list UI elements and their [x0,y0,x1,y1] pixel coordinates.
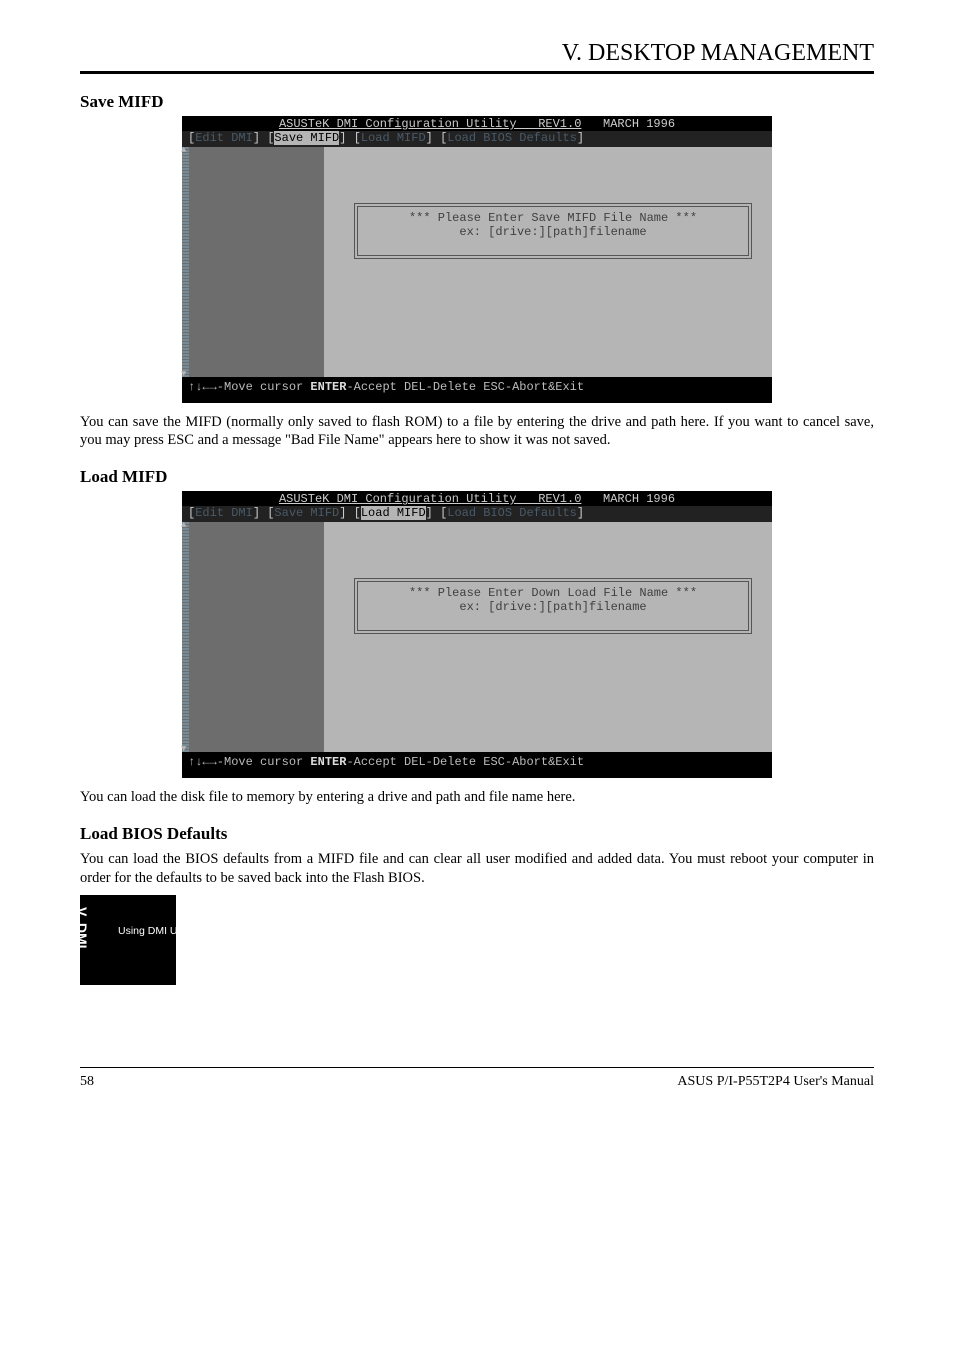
manual-title: ASUS P/I-P55T2P4 User's Manual [677,1074,874,1090]
dmi-menu: [Edit DMI] [Save MIFD] [Load MIFD] [Load… [182,131,772,147]
dmi-footer-help: ↑↓←→-Move cursor ENTER-Accept DEL-Delete… [188,380,584,394]
body-text-bios: You can load the BIOS defaults from a MI… [80,850,874,886]
dmi-screenshot-save: ASUSTeK DMI Configuration Utility REV1.0… [182,116,772,403]
side-tab: V. DMI Using DMI Utility [80,895,176,985]
section-title-load: Load MIFD [80,467,874,487]
dmi-dialog-save: *** Please Enter Save MIFD File Name ***… [354,203,752,259]
page-number: 58 [80,1074,94,1090]
dmi-title: ASUSTeK DMI Configuration Utility REV1.0… [182,116,772,131]
side-tab-section: V. DMI [74,907,90,949]
dmi-dialog-load: *** Please Enter Down Load File Name ***… [354,578,752,634]
section-title-bios: Load BIOS Defaults [80,824,874,844]
dmi-title: ASUSTeK DMI Configuration Utility REV1.0… [182,491,772,506]
body-text-save: You can save the MIFD (normally only sav… [80,413,874,449]
dmi-screenshot-load: ASUSTeK DMI Configuration Utility REV1.0… [182,491,772,778]
dmi-scroll-strip [182,522,189,752]
dialog-line1: *** Please Enter Down Load File Name *** [364,586,742,600]
dmi-right-panel: *** Please Enter Save MIFD File Name ***… [324,147,772,377]
dialog-line2: ex: [drive:][path]filename [364,600,742,614]
dmi-menu: [Edit DMI] [Save MIFD] [Load MIFD] [Load… [182,506,772,522]
page-header-title: V. DESKTOP MANAGEMENT [80,40,874,67]
dialog-line1: *** Please Enter Save MIFD File Name *** [364,211,742,225]
dmi-left-panel [182,147,324,377]
section-title-save: Save MIFD [80,92,874,112]
dmi-footer-help: ↑↓←→-Move cursor ENTER-Accept DEL-Delete… [188,755,584,769]
dmi-scroll-strip [182,147,189,377]
dmi-left-panel [182,522,324,752]
side-tab-subtitle: Using DMI Utility [118,925,196,938]
page-footer: 58 ASUS P/I-P55T2P4 User's Manual [80,1067,874,1090]
body-text-load: You can load the disk file to memory by … [80,788,874,806]
dmi-right-panel: *** Please Enter Down Load File Name ***… [324,522,772,752]
dialog-line2: ex: [drive:][path]filename [364,225,742,239]
